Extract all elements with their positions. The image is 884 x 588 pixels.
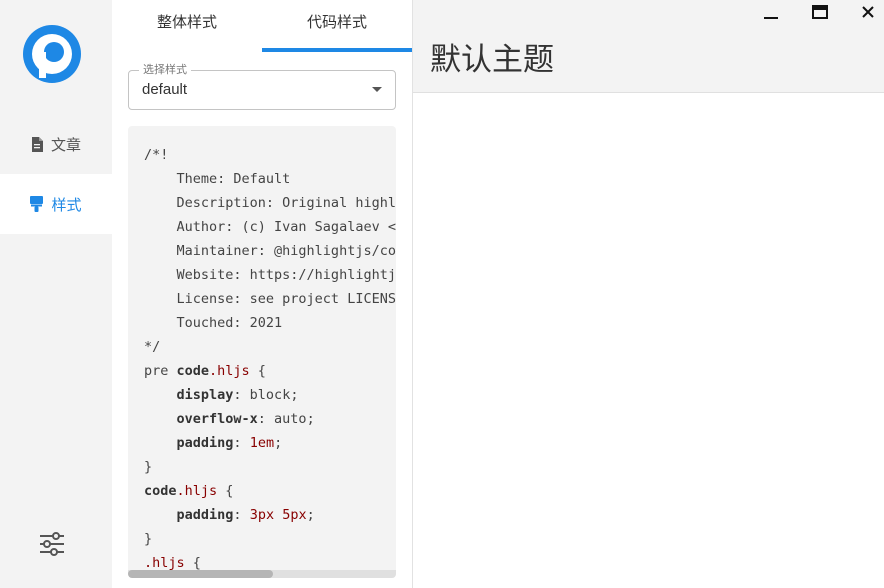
app-logo-icon [22,24,82,84]
code-line: padding: 3px 5px; [176,507,315,523]
tab-code-style[interactable]: 代码样式 [262,0,412,48]
code-line: overflow-x: auto; [176,411,315,427]
preview-title: 默认主题 [430,42,554,78]
code-line: } [144,531,153,547]
code-content: /*! Theme: Default Description: Original… [144,143,396,575]
sidebar-item-label: 样式 [51,196,82,214]
minimize-icon[interactable] [756,0,786,24]
theme-select-value: default [142,81,188,98]
code-line: Maintainer: @highlightjs/cor [144,243,397,259]
code-line: pre code.hljs { [144,363,266,379]
code-line: Website: https://highlightjs [144,267,397,283]
maximize-icon[interactable] [805,0,835,24]
sidebar-item-styles[interactable]: 样式 [0,174,112,234]
code-line: /*! [144,147,169,163]
theme-select-label: 选择样式 [139,63,191,77]
code-line: code.hljs { [144,483,234,499]
chevron-down-icon [372,87,382,92]
code-line: */ [144,339,161,355]
close-icon[interactable] [853,0,883,24]
code-line: Author: (c) Ivan Sagalaev <m [144,219,397,235]
code-line: display: block; [176,387,299,403]
code-line: Theme: Default [144,171,291,187]
code-line: } [144,459,153,475]
brush-icon [30,196,44,212]
code-line: Touched: 2021 [144,315,283,331]
code-style-editor[interactable]: /*! Theme: Default Description: Original… [128,126,396,578]
sidebar-item-label: 文章 [50,136,81,154]
preview-content [413,93,884,588]
code-line: Description: Original highli [144,195,397,211]
document-icon [31,136,43,152]
preview-header: 默认主题 [413,0,884,93]
code-line: .hljs { [144,555,201,571]
code-line: padding: 1em; [176,435,283,451]
scrollbar-thumb[interactable] [128,570,273,578]
style-tabs: 整体样式 代码样式 [112,0,412,52]
style-panel: 整体样式 代码样式 选择样式 default /*! Theme: Defaul… [112,0,412,588]
code-line: License: see project LICENSE [144,291,397,307]
sliders-icon[interactable] [38,530,66,558]
tab-indicator [262,48,412,52]
sidebar: 文章 样式 [0,0,112,588]
tab-overall-style[interactable]: 整体样式 [112,0,262,48]
sidebar-item-articles[interactable]: 文章 [0,114,112,174]
horizontal-scrollbar[interactable] [128,570,396,578]
theme-select[interactable]: 选择样式 default [128,63,396,110]
